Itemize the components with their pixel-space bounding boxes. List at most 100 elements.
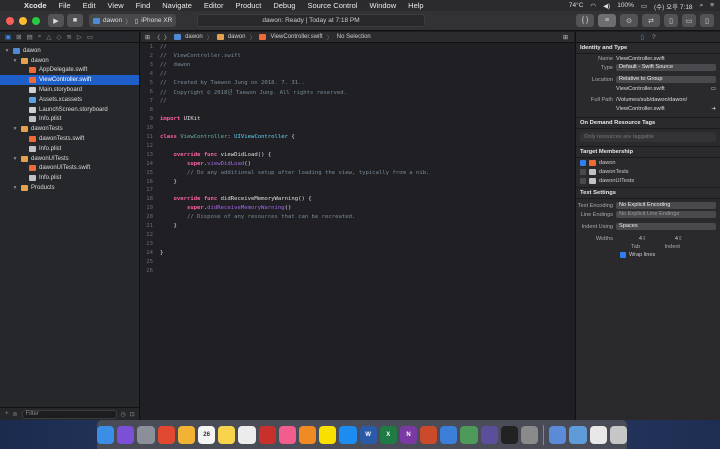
target-checkbox[interactable] (580, 159, 586, 166)
code-line[interactable]: 3 // dawon (141, 61, 574, 70)
preview-icon[interactable] (549, 425, 567, 444)
code-line[interactable]: 26 (141, 266, 574, 275)
back-icon[interactable]: 〈 (154, 33, 160, 42)
tree-item[interactable]: LaunchScreen.storyboard (0, 105, 139, 115)
notes-icon[interactable] (218, 425, 236, 444)
minimize-window-icon[interactable] (19, 16, 27, 25)
kakaotalk-icon[interactable] (319, 425, 337, 444)
menu-view[interactable]: View (102, 1, 130, 10)
android-studio-icon[interactable] (460, 425, 478, 444)
issue-navigator-icon[interactable]: △ (46, 33, 51, 41)
code-line[interactable]: 2 // ViewController.swift (141, 52, 574, 61)
code-line[interactable]: 18 override func didReceiveMemoryWarning… (141, 195, 574, 204)
endings-select[interactable]: No Explicit Line Endings (616, 211, 716, 218)
tree-item[interactable]: ▼ dawonTests (0, 124, 139, 134)
toggle-navigator-button[interactable]: ▯ (664, 14, 678, 27)
run-button[interactable]: ▶ (48, 14, 64, 27)
disclosure-triangle-icon[interactable]: ▼ (12, 185, 18, 191)
downloads-icon[interactable] (589, 425, 607, 444)
tab-stepper-icon[interactable]: ⇕ (642, 236, 650, 242)
system-preferences-icon[interactable] (521, 425, 539, 444)
finder-icon[interactable] (97, 425, 115, 444)
report-navigator-icon[interactable]: ▭ (87, 33, 93, 41)
terminal-icon[interactable] (500, 425, 519, 444)
jumpbar-crumb-project[interactable]: dawon (185, 34, 203, 40)
file-inspector-icon[interactable]: ▯ (640, 33, 644, 41)
word-icon[interactable]: W (359, 425, 377, 444)
trash-icon[interactable] (609, 425, 627, 444)
code-line[interactable]: 4 // (141, 70, 574, 79)
code-line[interactable]: 12 (141, 141, 574, 150)
reminders-icon[interactable] (238, 425, 256, 444)
code-line[interactable]: 8 (141, 106, 574, 115)
visual-studio-icon[interactable] (480, 425, 498, 444)
tree-item[interactable]: Info.plist (0, 115, 139, 125)
indent-stepper-icon[interactable]: ⇕ (678, 236, 686, 242)
code-line[interactable]: 11 class ViewController: UIViewController… (141, 132, 574, 141)
tab-width-field[interactable]: 4 (616, 236, 642, 242)
tree-item[interactable]: Info.plist (0, 144, 139, 154)
excel-icon[interactable]: X (379, 425, 397, 444)
code-line[interactable]: 21 } (141, 222, 574, 231)
photos-icon[interactable] (177, 425, 196, 444)
reveal-icon[interactable]: ➜ (711, 106, 716, 112)
related-items-icon[interactable]: ⊞ (145, 34, 150, 41)
standard-editor-button[interactable]: ≡ (598, 14, 616, 27)
code-line[interactable]: 20 // Dispose of any resources that can … (141, 213, 574, 222)
jumpbar-crumb-group[interactable]: dawon (228, 34, 246, 40)
battery-percent[interactable]: 100% (617, 2, 634, 9)
onenote-icon[interactable]: N (399, 425, 418, 444)
code-line[interactable]: 6 // Copyright © 2018년 Taewon Jung. All r… (141, 88, 574, 97)
code-line[interactable]: 23 (141, 240, 574, 249)
symbol-navigator-icon[interactable]: ▤ (27, 33, 33, 41)
launchpad-icon[interactable] (137, 425, 155, 444)
menu-navigate[interactable]: Navigate (156, 1, 198, 10)
photo-booth-icon[interactable] (258, 425, 276, 444)
target-checkbox[interactable] (580, 177, 586, 184)
toggle-debug-button[interactable]: ▭ (682, 14, 696, 27)
tree-item[interactable]: ▼ dawon (0, 46, 139, 56)
menu-editor[interactable]: Editor (198, 1, 230, 10)
calendar-icon[interactable]: 26 (198, 425, 216, 444)
recent-files-icon[interactable]: ◷ (121, 411, 126, 418)
code-line[interactable]: 25 (141, 258, 574, 267)
quick-help-icon[interactable]: ? (652, 34, 656, 41)
menu-app-xcode[interactable]: Xcode (18, 1, 53, 10)
breakpoint-navigator-icon[interactable]: ▷ (77, 33, 82, 41)
code-line[interactable]: 14 super. viewDidLoad() (141, 159, 574, 168)
code-line[interactable]: 7 // (141, 97, 574, 106)
add-editor-icon[interactable]: ⊞ (563, 34, 574, 41)
chrome-icon[interactable] (157, 425, 175, 444)
itunes-icon[interactable] (278, 425, 296, 444)
name-field[interactable]: ViewController.swift (616, 56, 716, 62)
siri-icon[interactable] (117, 425, 135, 444)
tree-item[interactable]: Main.storyboard (0, 85, 139, 95)
battery-icon[interactable]: ▭ (641, 2, 647, 10)
volume-icon[interactable]: ◀) (603, 2, 610, 10)
type-select[interactable]: Default - Swift Source (616, 64, 716, 71)
close-window-icon[interactable] (6, 16, 14, 25)
disclosure-triangle-icon[interactable]: ▼ (12, 58, 18, 64)
tree-item[interactable]: ▼ Products (0, 183, 139, 193)
code-line[interactable]: 19 super. didReceiveMemoryWarning() (141, 204, 574, 213)
menu-edit[interactable]: Edit (77, 1, 102, 10)
toggle-inspector-button[interactable]: ▯ (700, 14, 714, 27)
menu-debug[interactable]: Debug (267, 1, 301, 10)
debug-navigator-icon[interactable]: ≋ (66, 33, 71, 41)
find-navigator-icon[interactable]: ⌕ (38, 33, 42, 41)
menu-product[interactable]: Product (229, 1, 267, 10)
indent-width-field[interactable]: 4 (650, 236, 678, 242)
folder-icon[interactable]: ▭ (711, 86, 716, 92)
appstore-icon[interactable] (339, 425, 357, 444)
code-line[interactable]: 1 // (141, 43, 574, 52)
menu-help[interactable]: Help (402, 1, 429, 10)
library-button[interactable]: { } (576, 14, 594, 27)
xcode-icon[interactable] (440, 425, 458, 444)
code-line[interactable]: 16 } (141, 177, 574, 186)
disclosure-triangle-icon[interactable]: ▼ (12, 156, 18, 162)
tree-item[interactable]: ▼ dawon (0, 56, 139, 66)
indent-select[interactable]: Spaces (616, 223, 716, 230)
search-icon[interactable]: ⌕ (700, 2, 704, 10)
tree-item[interactable]: Info.plist (0, 173, 139, 183)
jumpbar-crumb-selection[interactable]: No Selection (337, 34, 371, 40)
